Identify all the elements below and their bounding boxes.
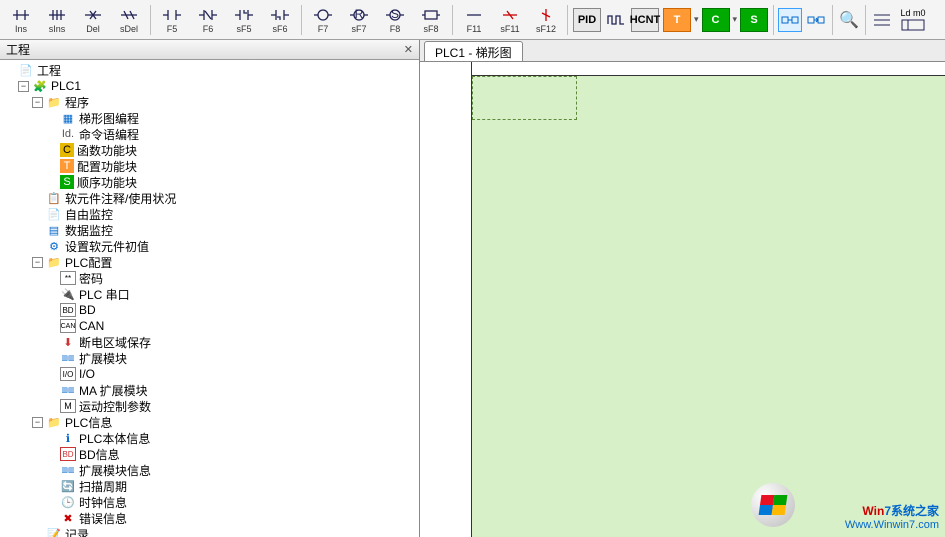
toolbar-sep [865, 5, 866, 35]
toolbar-sep [301, 5, 302, 35]
toolbar-sep [567, 5, 568, 35]
tool-sf11[interactable]: sF11 [493, 2, 527, 38]
tool-ldm0[interactable]: Ld m0 [900, 8, 926, 32]
project-panel-header: 工程 ✕ [0, 40, 419, 60]
toolbar-sep [773, 5, 774, 35]
tree-plc1[interactable]: −🧩PLC1 [4, 78, 419, 94]
tool-sf5[interactable]: sF5 [227, 2, 261, 38]
tool-sins[interactable]: sIns [40, 2, 74, 38]
tree-io[interactable]: I/OI/O [4, 366, 419, 382]
svg-text:S: S [391, 8, 399, 21]
tool-sf12[interactable]: sF12 [529, 2, 563, 38]
watermark: Win7系统之家 Www.Winwin7.com [845, 502, 939, 531]
tree-funcblock[interactable]: C函数功能块 [4, 142, 419, 158]
tab-ladder[interactable]: PLC1 - 梯形图 [424, 41, 523, 61]
toolbar: Ins sIns Del sDel F5 F6 sF5 sF6 F7 RsF7 … [0, 0, 945, 40]
s-button[interactable]: S [740, 8, 768, 32]
project-panel-title: 工程 [6, 41, 30, 58]
selection-rect [472, 76, 577, 120]
tool-sf7[interactable]: RsF7 [342, 2, 376, 38]
tree-ladder[interactable]: ▦梯形图编程 [4, 110, 419, 126]
tree-bd[interactable]: BDBD [4, 302, 419, 318]
tool-f7[interactable]: F7 [306, 2, 340, 38]
pid-button[interactable]: PID [573, 8, 601, 32]
tree-passwd[interactable]: **密码 [4, 270, 419, 286]
close-icon[interactable]: ✕ [404, 43, 413, 56]
tool-ins[interactable]: Ins [4, 2, 38, 38]
tool-f6[interactable]: F6 [191, 2, 225, 38]
tree-can[interactable]: CANCAN [4, 318, 419, 334]
tree-datamon[interactable]: ▤数据监控 [4, 222, 419, 238]
tree-scancycle[interactable]: 🔄扫描周期 [4, 478, 419, 494]
tree-pwdown[interactable]: ⬇断电区域保存 [4, 334, 419, 350]
rungs-icon[interactable] [870, 8, 894, 32]
project-tree[interactable]: 📄工程 −🧩PLC1 −📁程序 ▦梯形图编程 Id.命令语编程 C函数功能块 T… [0, 60, 419, 537]
tree-maexp[interactable]: ▥▥MA 扩展模块 [4, 382, 419, 398]
t-button[interactable]: T [663, 8, 691, 32]
tree-plccfg[interactable]: −📁PLC配置 [4, 254, 419, 270]
tree-errinfo[interactable]: ✖错误信息 [4, 510, 419, 526]
tree-plcbody[interactable]: ℹPLC本体信息 [4, 430, 419, 446]
tree-expmod[interactable]: ▥▥扩展模块 [4, 350, 419, 366]
svg-text:R: R [355, 8, 364, 21]
tree-comment[interactable]: 📋软元件注释/使用状况 [4, 190, 419, 206]
tool-f8[interactable]: SF8 [378, 2, 412, 38]
tree-root[interactable]: 📄工程 [4, 62, 419, 78]
tree-serial[interactable]: 🔌PLC 串口 [4, 286, 419, 302]
hcnt-button[interactable]: HCNT [631, 8, 659, 32]
tree-record[interactable]: 📝记录 [4, 526, 419, 537]
tree-expinfo[interactable]: ▥▥扩展模块信息 [4, 462, 419, 478]
editor-tabs: PLC1 - 梯形图 [420, 40, 945, 62]
ladder-canvas[interactable]: Win7系统之家 Www.Winwin7.com [420, 62, 945, 537]
watermark-logo [751, 483, 795, 527]
tree-instr[interactable]: Id.命令语编程 [4, 126, 419, 142]
tree-devinit[interactable]: ⚙设置软元件初值 [4, 238, 419, 254]
c-button[interactable]: C [702, 8, 730, 32]
link-left-icon[interactable] [778, 8, 802, 32]
zoom-icon[interactable]: 🔍 [837, 8, 861, 32]
tool-sf8[interactable]: sF8 [414, 2, 448, 38]
tree-bdinfo[interactable]: BDBD信息 [4, 446, 419, 462]
toolbar-sep [150, 5, 151, 35]
main-split: 工程 ✕ 📄工程 −🧩PLC1 −📁程序 ▦梯形图编程 Id.命令语编程 C函数… [0, 40, 945, 537]
tree-seqblock[interactable]: S顺序功能块 [4, 174, 419, 190]
pulse-icon[interactable] [604, 8, 628, 32]
tree-motion[interactable]: M运动控制参数 [4, 398, 419, 414]
tree-plcinfo[interactable]: −📁PLC信息 [4, 414, 419, 430]
editor-panel: PLC1 - 梯形图 Win7系统之家 Www.Winwin7.com [420, 40, 945, 537]
tree-freemon[interactable]: 📄自由监控 [4, 206, 419, 222]
link-right-icon[interactable] [804, 8, 828, 32]
canvas-gutter [420, 62, 472, 537]
tool-sf6[interactable]: sF6 [263, 2, 297, 38]
tree-clockinfo[interactable]: 🕒时钟信息 [4, 494, 419, 510]
toolbar-sep [452, 5, 453, 35]
tool-del[interactable]: Del [76, 2, 110, 38]
canvas-ruler [420, 62, 945, 76]
tool-f11[interactable]: F11 [457, 2, 491, 38]
tree-cfgblock[interactable]: T配置功能块 [4, 158, 419, 174]
toolbar-sep [832, 5, 833, 35]
tool-f5[interactable]: F5 [155, 2, 189, 38]
project-panel: 工程 ✕ 📄工程 −🧩PLC1 −📁程序 ▦梯形图编程 Id.命令语编程 C函数… [0, 40, 420, 537]
tree-program[interactable]: −📁程序 [4, 94, 419, 110]
tool-sdel[interactable]: sDel [112, 2, 146, 38]
